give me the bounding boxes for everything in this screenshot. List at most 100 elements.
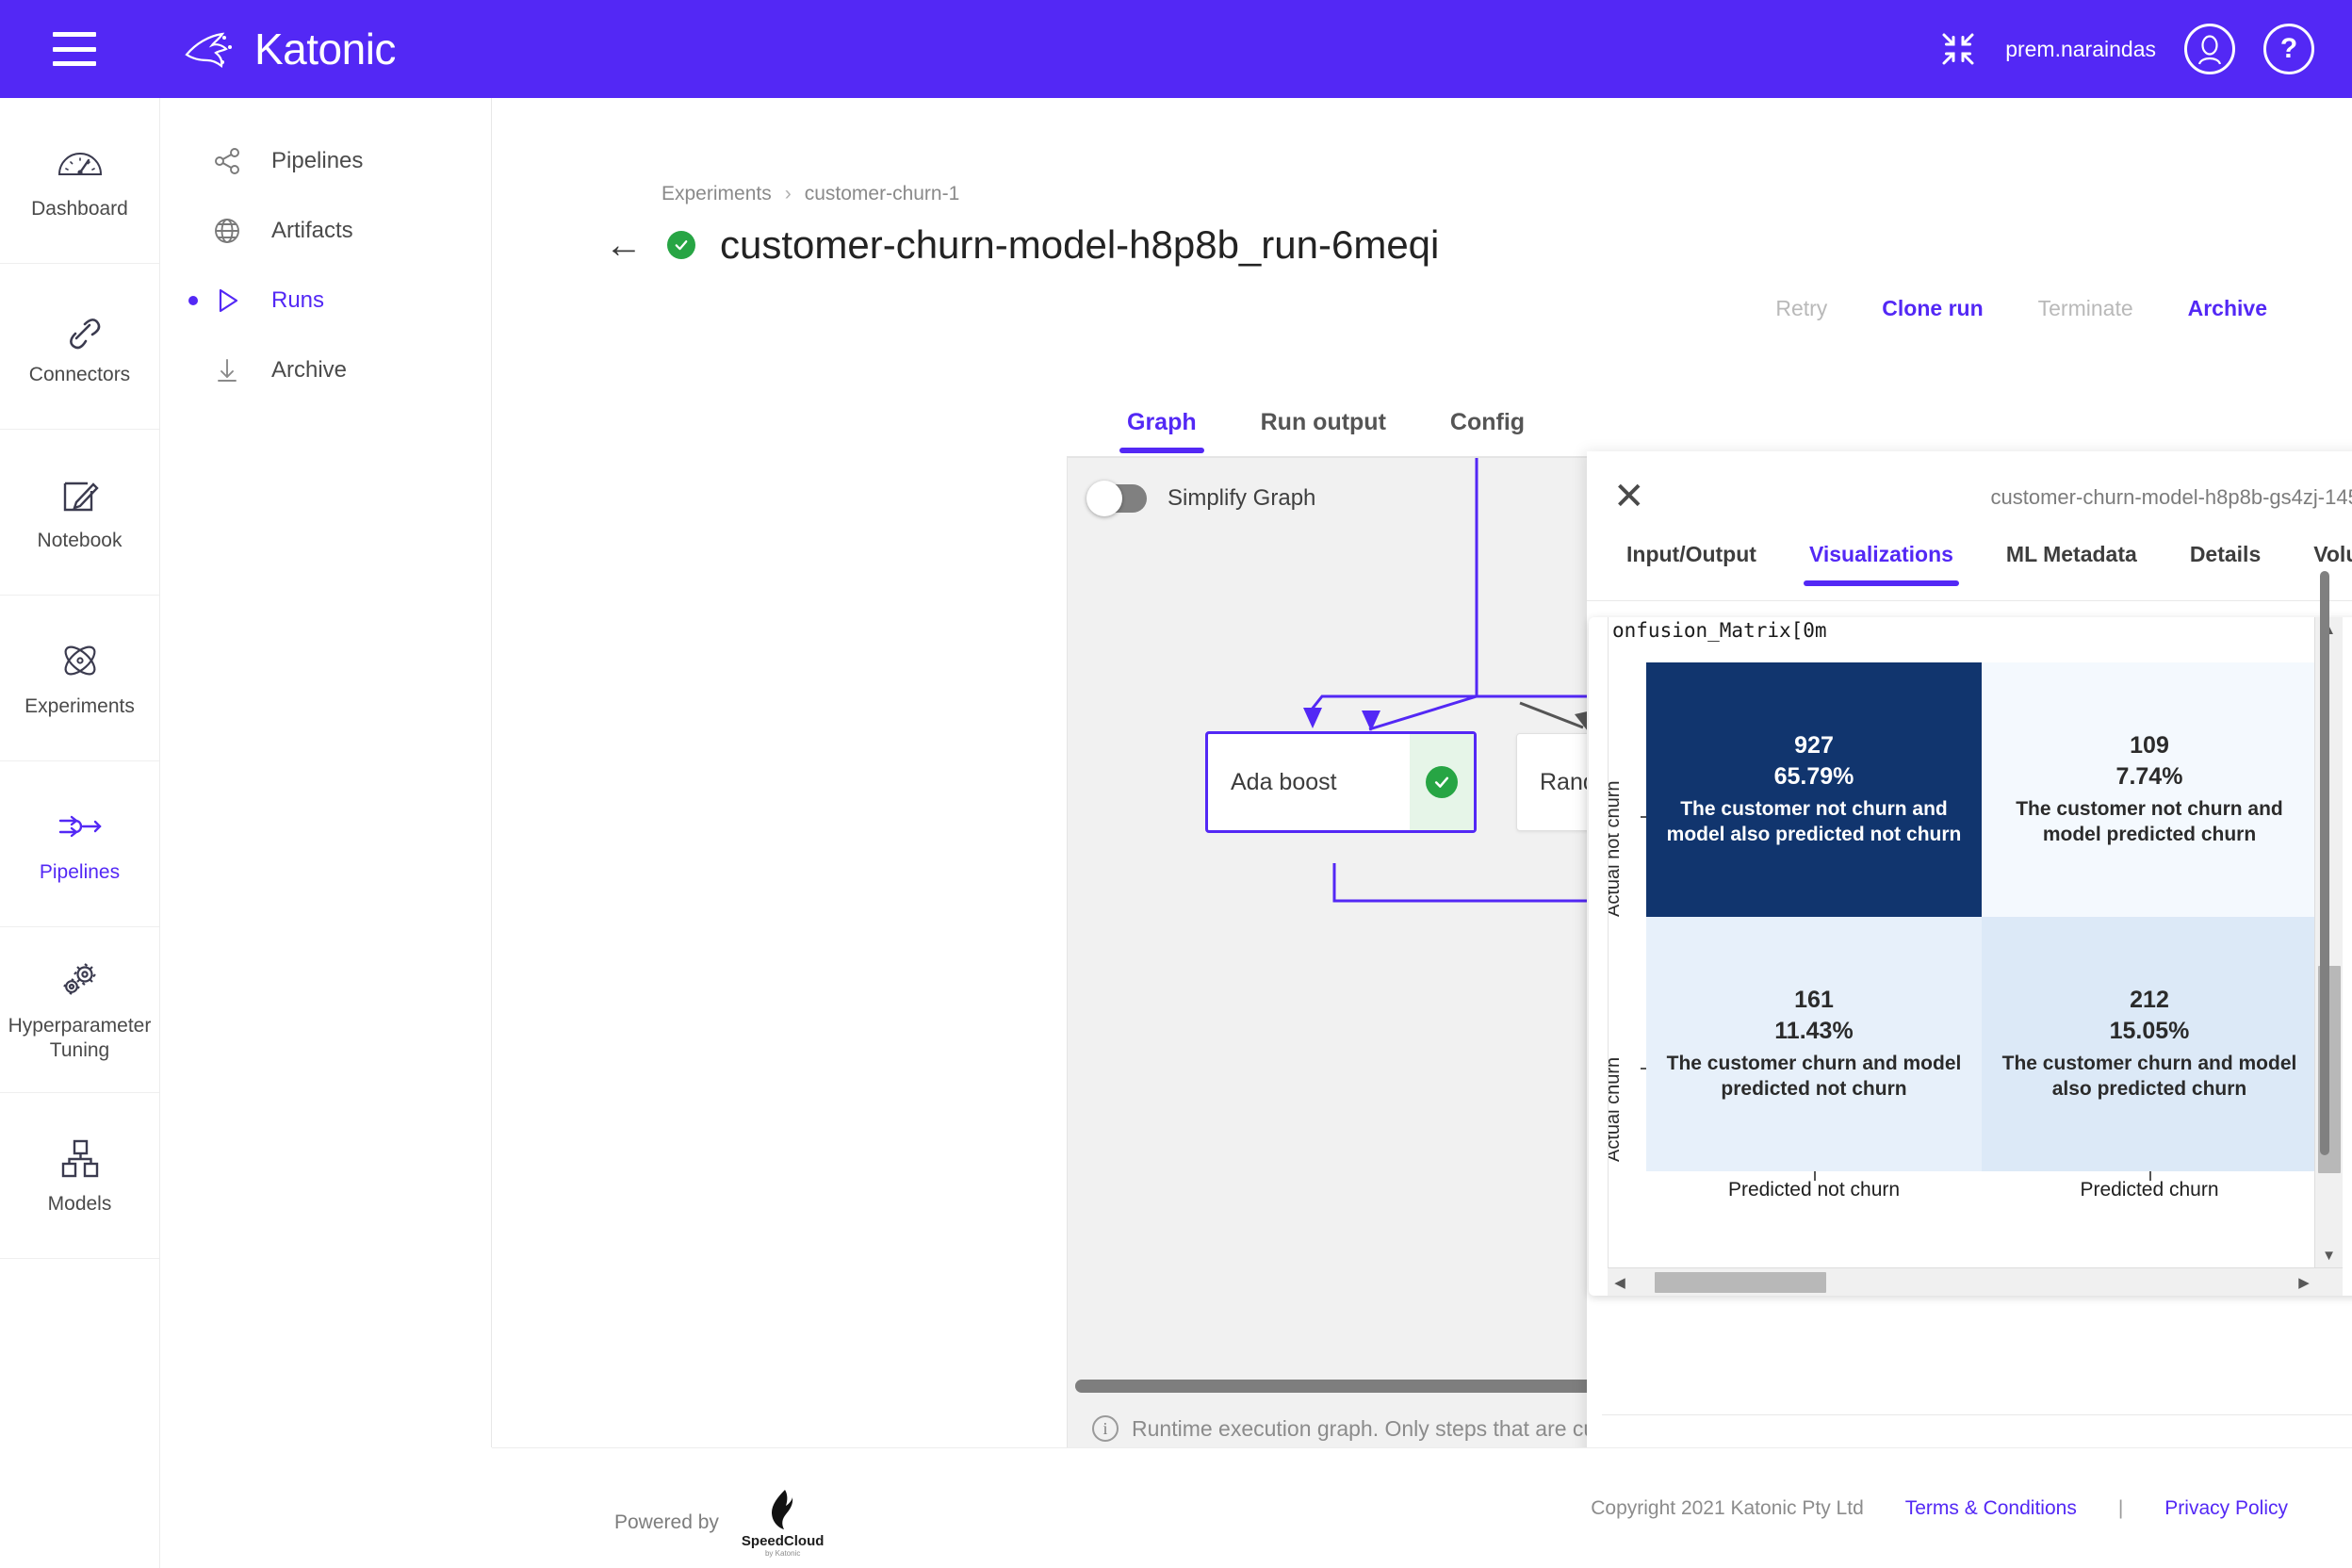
back-arrow-icon[interactable]: ← — [605, 226, 643, 264]
success-check-icon — [667, 231, 695, 259]
hamburger-icon[interactable] — [53, 32, 96, 66]
panel-tab-visualizations[interactable]: Visualizations — [1783, 531, 1980, 586]
rail-label: Hyperparameter Tuning — [0, 1014, 159, 1062]
kangaroo-logo-icon — [181, 28, 245, 70]
breadcrumb-separator: › — [785, 183, 792, 205]
matrix-cell-percent: 65.79% — [1774, 763, 1854, 791]
user-avatar-icon[interactable] — [2184, 24, 2235, 74]
gears-icon — [56, 957, 105, 1003]
page-title: customer-churn-model-h8p8b_run-6meqi — [720, 222, 1439, 268]
matrix-cell-description: The customer churn and model also predic… — [1989, 1051, 2310, 1102]
notebook-pencil-icon — [56, 472, 105, 517]
archive-button[interactable]: Archive — [2188, 296, 2267, 321]
top-bar: Katonic prem.naraindas ? — [0, 0, 2352, 98]
copyright-text: Copyright 2021 Katonic Pty Ltd — [1591, 1497, 1864, 1520]
sidebar-item-pipelines[interactable]: Pipelines — [160, 126, 491, 196]
visualization-viewport: onfusion_Matrix[0m Actual not churn Act… — [1608, 617, 2343, 1296]
breadcrumb: Experiments › customer-churn-1 — [662, 183, 959, 205]
run-tabs: Graph Run output Config — [1095, 409, 1557, 453]
panel-tab-ml-metadata[interactable]: ML Metadata — [1980, 531, 2164, 586]
top-bar-actions: prem.naraindas ? — [1939, 24, 2314, 74]
success-check-icon — [1426, 766, 1458, 798]
collapse-screen-icon[interactable] — [1939, 30, 1977, 68]
gauge-icon — [56, 140, 105, 186]
sidebar-item-label: Archive — [271, 357, 347, 384]
chart-ylabel-actual-churn: Actual churn — [1608, 973, 1625, 1162]
brand-name: Katonic — [254, 24, 396, 74]
footer-links: Copyright 2021 Katonic Pty Ltd Terms & C… — [1591, 1497, 2288, 1520]
matrix-cell-tp: 212 15.05% The customer churn and model … — [1982, 917, 2317, 1171]
matrix-cell-count: 161 — [1794, 987, 1834, 1014]
matrix-cell-percent: 11.43% — [1774, 1018, 1853, 1045]
sidebar-item-label: Artifacts — [271, 218, 353, 244]
clone-run-button[interactable]: Clone run — [1882, 296, 1983, 321]
atom-icon — [56, 638, 105, 683]
tab-config[interactable]: Config — [1418, 409, 1557, 453]
confusion-matrix-grid: 927 65.79% The customer not churn and mo… — [1646, 662, 2317, 1171]
confusion-matrix-chart: Actual not churn Actual churn 927 65.79%… — [1609, 662, 2343, 1247]
breadcrumb-current[interactable]: customer-churn-1 — [805, 183, 960, 205]
terminate-button[interactable]: Terminate — [2038, 296, 2133, 321]
graph-node-label: Ada boost — [1208, 769, 1337, 796]
tab-run-output[interactable]: Run output — [1229, 409, 1418, 453]
brand-logo-group[interactable]: Katonic — [181, 24, 396, 74]
scroll-left-arrow-icon[interactable]: ◀ — [1608, 1268, 1632, 1297]
panel-tabs-divider — [1587, 600, 2352, 601]
play-triangle-icon — [211, 285, 243, 317]
privacy-link[interactable]: Privacy Policy — [2164, 1497, 2288, 1520]
speedcloud-name: SpeedCloud — [742, 1533, 825, 1549]
retry-button[interactable]: Retry — [1775, 296, 1827, 321]
pipeline-flow-icon — [56, 804, 105, 849]
matrix-cell-percent: 15.05% — [2110, 1018, 2190, 1045]
rail-label: Connectors — [29, 363, 130, 387]
matrix-cell-tn: 927 65.79% The customer not churn and mo… — [1646, 662, 1982, 917]
rail-item-connectors[interactable]: Connectors — [0, 264, 159, 430]
help-question-icon[interactable]: ? — [2263, 24, 2314, 74]
sidebar-item-archive[interactable]: Archive — [160, 335, 491, 405]
matrix-cell-description: The customer not churn and model predict… — [1989, 796, 2310, 848]
chart-xlabel-predicted-not-churn: Predicted not churn — [1720, 1179, 1908, 1201]
scroll-down-arrow-icon[interactable]: ▼ — [2315, 1243, 2343, 1267]
matrix-cell-description: The customer not churn and model also pr… — [1654, 796, 1974, 848]
link-chain-icon — [56, 306, 105, 351]
rail-item-hyperparameter-tuning[interactable]: Hyperparameter Tuning — [0, 927, 159, 1093]
graph-node-label: Rand — [1517, 769, 1596, 796]
share-nodes-icon — [211, 145, 243, 177]
scroll-right-arrow-icon[interactable]: ▶ — [2292, 1268, 2316, 1297]
panel-tab-details[interactable]: Details — [2164, 531, 2287, 586]
node-details-panel: ✕ customer-churn-model-h8p8b-gs4zj-14589… — [1587, 451, 2352, 1447]
visualization-header-text: onfusion_Matrix[0m — [1612, 619, 1827, 642]
rail-item-pipelines[interactable]: Pipelines — [0, 761, 159, 927]
globe-icon — [211, 215, 243, 247]
matrix-cell-percent: 7.74% — [2116, 763, 2183, 791]
breadcrumb-experiments[interactable]: Experiments — [662, 183, 772, 205]
panel-tab-input-output[interactable]: Input/Output — [1600, 531, 1783, 586]
rail-item-notebook[interactable]: Notebook — [0, 430, 159, 596]
run-title-row: ← customer-churn-model-h8p8b_run-6meqi — [605, 222, 1439, 268]
node-status-success — [1410, 734, 1474, 830]
page-footer: Powered by SpeedCloud by Katonic Copyrig… — [492, 1447, 2352, 1568]
matrix-cell-fn: 161 11.43% The customer churn and model … — [1646, 917, 1982, 1171]
left-rail: Dashboard Connectors Notebook Experiment… — [0, 98, 160, 1568]
visualization-horizontal-scrollbar[interactable]: ◀ ▶ — [1608, 1267, 2343, 1296]
main-vertical-scrollbar[interactable] — [2320, 571, 2329, 1155]
rail-label: Models — [48, 1192, 112, 1217]
matrix-cell-count: 927 — [1794, 732, 1834, 760]
sidebar-item-runs[interactable]: Runs — [160, 266, 491, 335]
terms-link[interactable]: Terms & Conditions — [1905, 1497, 2077, 1520]
active-dot-indicator — [188, 296, 198, 305]
rail-item-models[interactable]: Models — [0, 1093, 159, 1259]
rail-item-dashboard[interactable]: Dashboard — [0, 98, 159, 264]
run-actions: Retry Clone run Terminate Archive — [1775, 296, 2267, 321]
rail-item-experiments[interactable]: Experiments — [0, 596, 159, 761]
graph-node-ada-boost[interactable]: Ada boost — [1205, 731, 1477, 833]
rail-label: Experiments — [24, 694, 135, 719]
tab-graph[interactable]: Graph — [1095, 409, 1229, 453]
speedcloud-logo: SpeedCloud by Katonic — [742, 1488, 825, 1558]
scrollbar-thumb[interactable] — [1655, 1272, 1826, 1293]
sidebar-item-artifacts[interactable]: Artifacts — [160, 196, 491, 266]
panel-section-divider — [1602, 1414, 2352, 1415]
models-hierarchy-icon — [56, 1135, 105, 1181]
rail-label: Notebook — [38, 529, 122, 553]
sidebar-item-label: Pipelines — [271, 148, 363, 174]
